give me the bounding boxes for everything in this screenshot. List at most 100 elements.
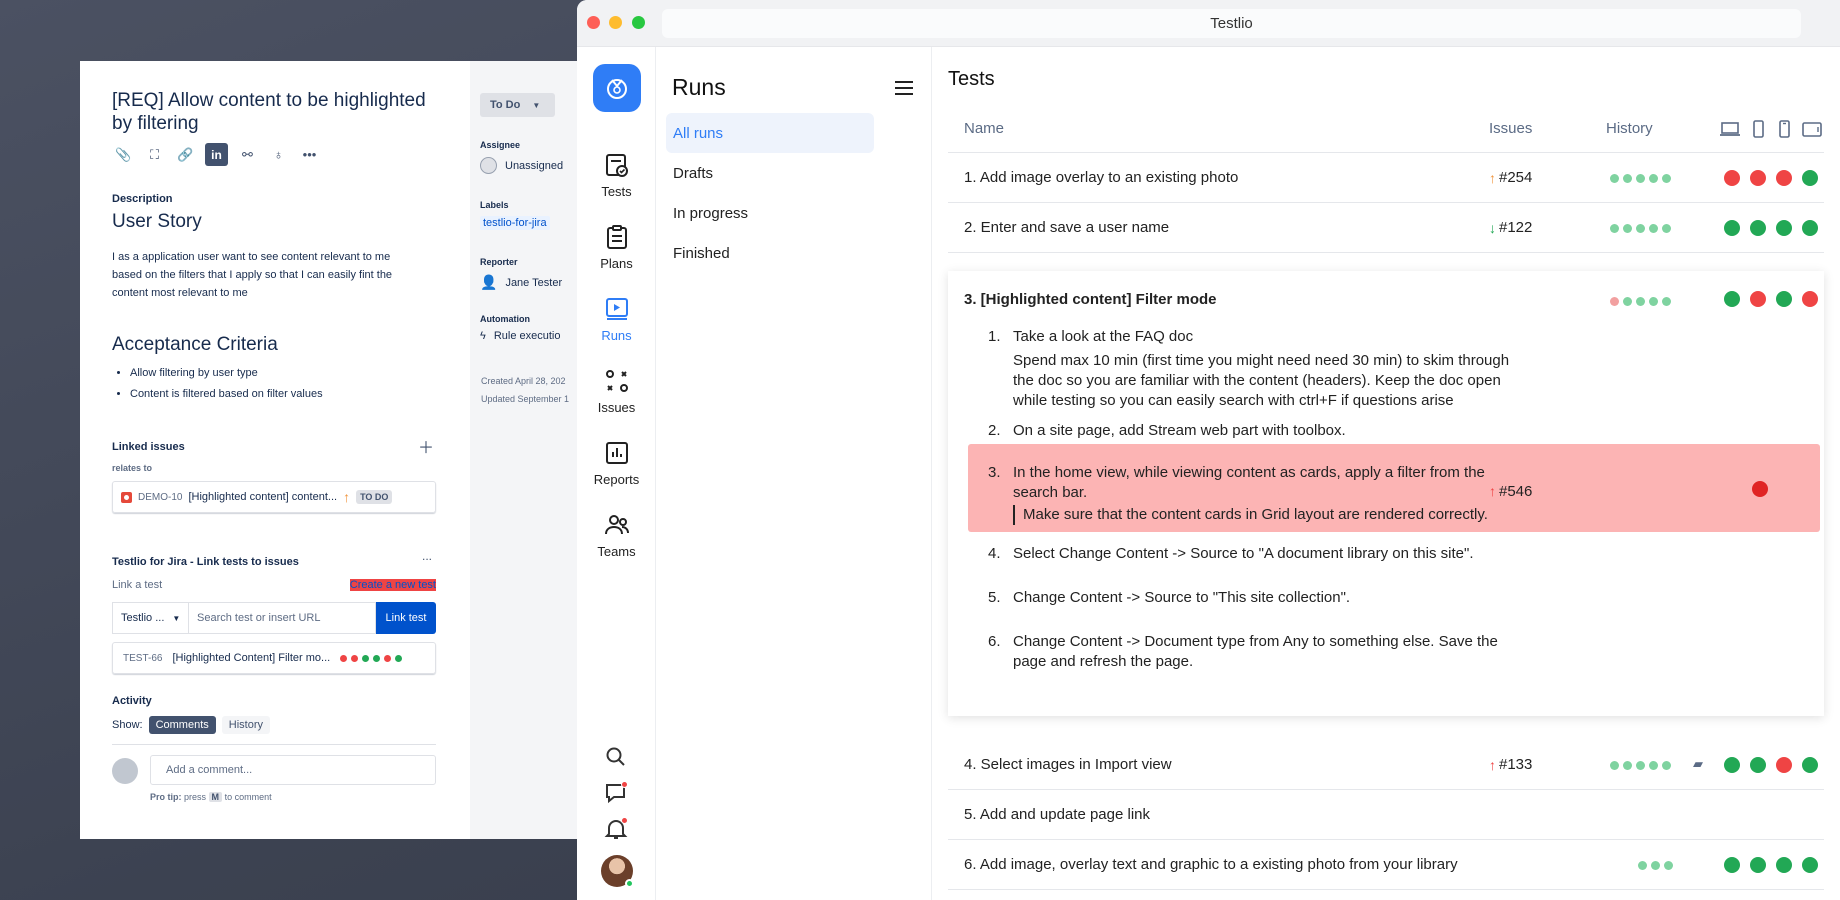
runs-item-all[interactable]: All runs [666, 113, 874, 153]
child-issue-icon[interactable]: ⛶ [143, 143, 166, 166]
step-text: Change Content -> Document type from Any… [1013, 633, 1498, 670]
ac-list: Allow filtering by user type Content is … [130, 363, 323, 405]
user-icon: 👤 [480, 274, 498, 290]
issue-title: [REQ] Allow content to be highlighted by… [112, 90, 426, 134]
tests-icon [605, 154, 628, 177]
linked-test-item[interactable]: TEST-66 [Highlighted Content] Filter mo.… [112, 642, 436, 674]
minimize-window-button[interactable] [609, 16, 622, 29]
status-value: To Do [490, 99, 521, 111]
nav-plans[interactable]: Plans [577, 224, 656, 271]
arrow-up-icon: ↑ [1489, 483, 1496, 499]
issue-link[interactable]: ↑ #254 [1489, 169, 1532, 186]
linked-issue-item[interactable]: DEMO-10 [Highlighted content] content...… [112, 481, 436, 513]
story-text: I as a application user want to see cont… [112, 251, 393, 299]
device-results [1724, 220, 1818, 236]
icon-rail: Tests Plans Runs Issues Reports Teams [577, 47, 656, 900]
testlio-icon[interactable]: ♁ [267, 143, 290, 166]
pro-tip-label: Pro tip: [150, 792, 182, 802]
reports-icon [605, 442, 628, 464]
issue-link[interactable]: ↓ #122 [1489, 219, 1532, 236]
test-name: 2. Enter and save a user name [964, 219, 1170, 236]
table-row[interactable]: 1. Add image overlay to an existing phot… [948, 153, 1824, 203]
issue-link[interactable]: ↑ #133 [1489, 756, 1532, 773]
nav-reports[interactable]: Reports [577, 440, 656, 487]
table-row[interactable]: 5. Add and update page link [948, 790, 1824, 840]
automation-value: Rule executio [493, 330, 561, 342]
step-text: In the home view, while viewing content … [1013, 464, 1485, 501]
updated-date: Updated September 1 [481, 394, 570, 404]
comment-input[interactable]: Add a comment... [150, 755, 436, 785]
runs-item-drafts[interactable]: Drafts [666, 153, 874, 193]
nav-label: Plans [600, 256, 633, 271]
close-window-button[interactable] [587, 16, 600, 29]
step-number: 6. [988, 633, 1001, 650]
nav-tests[interactable]: Tests [577, 152, 656, 199]
arrow-down-icon: ↓ [1489, 219, 1496, 236]
status-dropdown[interactable]: To Do ▼ [480, 93, 555, 117]
laptop-icon [1720, 122, 1740, 136]
linked-issues-header: Linked issues ＋ [112, 434, 436, 458]
activity-label: Activity [112, 695, 152, 707]
attach-icon[interactable]: 📎 [112, 143, 135, 166]
runs-item-finished[interactable]: Finished [666, 233, 874, 273]
reporter-value: Jane Tester [505, 276, 563, 289]
expanded-test-card: 3. [Highlighted content] Filter mode 1. … [948, 271, 1824, 716]
assignee-label: Assignee [480, 140, 521, 150]
step-body: Take a look at the FAQ doc Spend max 10 m… [1013, 327, 1513, 411]
invision-icon[interactable]: in [205, 143, 228, 166]
table-row[interactable]: 6. Add image, overlay text and graphic t… [948, 840, 1824, 890]
comments-tab[interactable]: Comments [148, 716, 216, 734]
search-icon [606, 747, 625, 766]
labels-field[interactable]: testlio-for-jira [480, 216, 550, 230]
link-icon[interactable]: 🔗 [174, 143, 197, 166]
device-results [1724, 170, 1818, 186]
maximize-window-button[interactable] [632, 16, 645, 29]
link-test-form: Testlio ... ▼ Search test or insert URL L… [112, 602, 436, 634]
nav-teams[interactable]: Teams [577, 512, 656, 559]
runs-item-in-progress[interactable]: In progress [666, 193, 874, 233]
create-test-link[interactable]: Create a new test [349, 579, 436, 591]
label-tag[interactable]: testlio-for-jira [480, 216, 550, 230]
table-row[interactable]: 4. Select images in Import view ↑ #133 ▰ [948, 740, 1824, 790]
search-test-input[interactable]: Search test or insert URL [188, 602, 376, 634]
device-results [1724, 857, 1818, 873]
step-detail: Spend max 10 min (first time you might n… [1013, 352, 1510, 409]
issue-link[interactable]: ↑ #546 [1489, 483, 1532, 500]
link-test-button[interactable]: Link test [376, 602, 436, 634]
nav-label: Issues [597, 400, 636, 415]
nav-issues[interactable]: Issues [577, 368, 656, 415]
list-item: Allow filtering by user type [130, 363, 323, 384]
more-icon[interactable]: ••• [298, 143, 321, 166]
history-tab[interactable]: History [221, 716, 270, 734]
assignee-field[interactable]: Unassigned [480, 157, 563, 174]
reporter-field[interactable]: 👤 Jane Tester [480, 274, 562, 291]
add-link-plus-icon[interactable]: ＋ [418, 434, 434, 458]
search-button[interactable] [603, 744, 629, 770]
handshake-icon[interactable]: ⚯ [236, 143, 259, 166]
step-body: In the home view, while viewing content … [1013, 463, 1493, 525]
notifications-button[interactable] [603, 816, 629, 842]
step-number: 5. [988, 589, 1001, 606]
arrow-up-icon: ↑ [1489, 756, 1496, 773]
comment-icon[interactable]: ▰ [1693, 756, 1703, 772]
device-results [1724, 757, 1818, 773]
issues-icon [605, 370, 628, 392]
relates-to-label: relates to [112, 463, 153, 473]
test-name: 4. Select images in Import view [964, 756, 1172, 773]
table-row[interactable]: 2. Enter and save a user name ↓ #122 [948, 203, 1824, 253]
teams-icon [604, 515, 629, 535]
testlio-logo[interactable] [593, 64, 641, 112]
story-heading: User Story [112, 211, 202, 232]
menu-icon[interactable] [895, 81, 913, 95]
automation-field[interactable]: ϟ Rule executio [480, 330, 560, 342]
device-results [1724, 291, 1818, 307]
project-select[interactable]: Testlio ... ▼ [112, 602, 188, 634]
step-note: Make sure that the content cards in Grid… [1013, 505, 1493, 525]
user-avatar[interactable] [601, 855, 634, 888]
nav-runs[interactable]: Runs [577, 296, 656, 343]
device-columns [1719, 120, 1823, 138]
messages-button[interactable] [603, 780, 629, 806]
issue-number: #546 [1499, 483, 1533, 500]
test-name: 1. Add image overlay to an existing phot… [964, 169, 1239, 186]
more-icon[interactable]: ... [422, 549, 432, 563]
